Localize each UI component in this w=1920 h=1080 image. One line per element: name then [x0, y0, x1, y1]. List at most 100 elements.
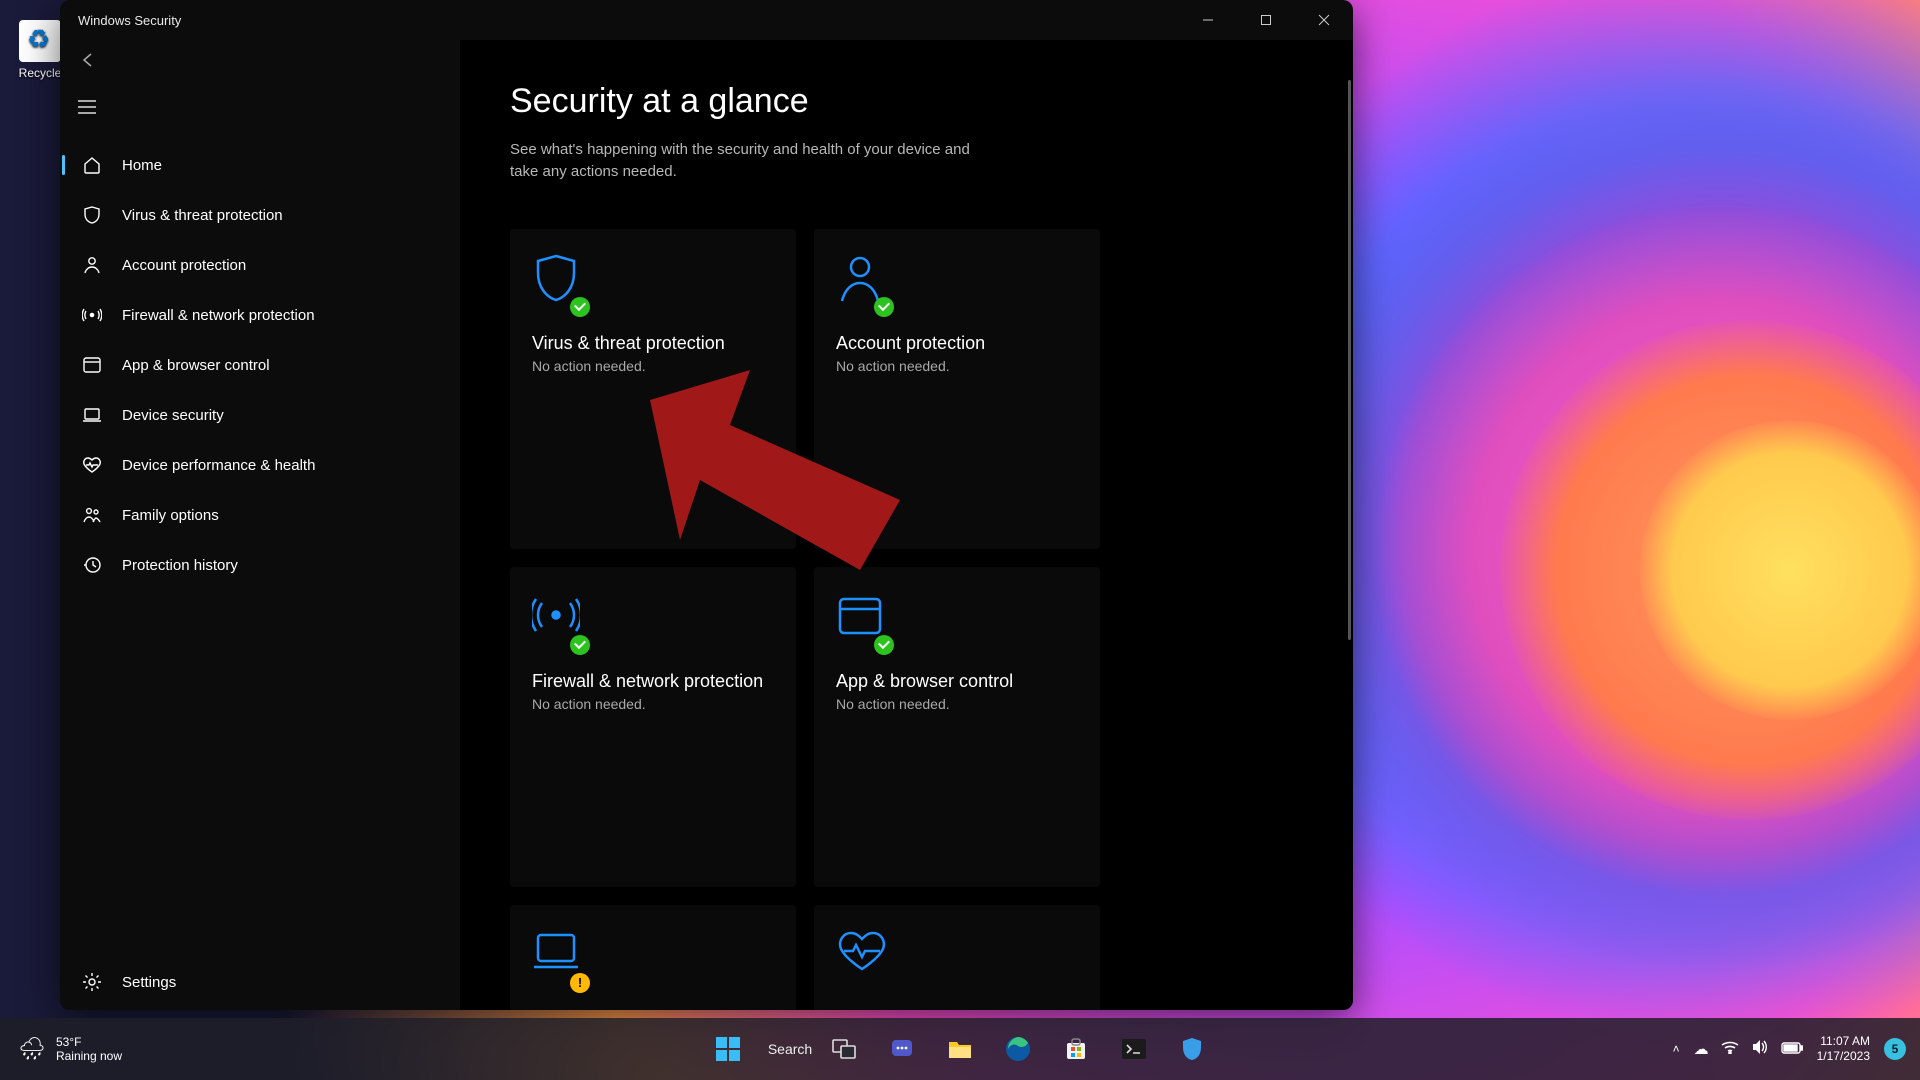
heart-pulse-icon — [836, 929, 888, 989]
nav-virus[interactable]: Virus & threat protection — [60, 190, 460, 240]
card-title: Account protection — [836, 333, 1078, 354]
taskbar-center: Search — [703, 1024, 1217, 1074]
card-grid: Virus & threat protection No action need… — [510, 229, 1303, 1011]
person-icon — [836, 253, 888, 313]
weather-text: Raining now — [56, 1049, 122, 1063]
family-icon — [82, 505, 102, 525]
person-icon — [82, 255, 102, 275]
tray-chevron-icon[interactable]: ˄ — [1673, 1042, 1680, 1056]
volume-icon[interactable] — [1751, 1039, 1769, 1059]
titlebar[interactable]: Windows Security — [60, 0, 1353, 40]
sidebar: Home Virus & threat protection Account p… — [60, 40, 460, 1010]
status-ok-badge — [570, 635, 590, 655]
notification-count: 5 — [1892, 1042, 1899, 1056]
laptop-icon — [532, 929, 584, 989]
card-status: No action needed. — [836, 358, 1078, 374]
task-view-button[interactable] — [819, 1024, 869, 1074]
nav-label: Account protection — [122, 257, 246, 274]
card-status: No action needed. — [532, 358, 774, 374]
nav-label: Device security — [122, 407, 224, 424]
nav-account[interactable]: Account protection — [60, 240, 460, 290]
system-tray[interactable]: ☁ — [1694, 1039, 1803, 1059]
onedrive-icon[interactable]: ☁ — [1694, 1040, 1709, 1058]
taskbar-clock[interactable]: 11:07 AM 1/17/2023 — [1817, 1034, 1870, 1064]
window-icon — [836, 591, 888, 651]
status-warn-badge — [570, 973, 590, 993]
laptop-icon — [82, 405, 102, 425]
gear-icon — [82, 972, 102, 992]
nav-history[interactable]: Protection history — [60, 540, 460, 590]
antenna-icon — [82, 305, 102, 325]
heart-pulse-icon — [82, 455, 102, 475]
nav-settings[interactable]: Settings — [60, 954, 460, 1010]
back-button[interactable] — [60, 40, 460, 80]
nav-label: Home — [122, 157, 162, 174]
card-title: Virus & threat protection — [532, 333, 774, 354]
card-account-protection[interactable]: Account protection No action needed. — [814, 229, 1100, 549]
history-icon — [82, 555, 102, 575]
hamburger-button[interactable] — [60, 84, 460, 130]
start-button[interactable] — [703, 1024, 753, 1074]
nav-label: Protection history — [122, 557, 238, 574]
wifi-icon[interactable] — [1721, 1040, 1739, 1058]
card-status: No action needed. — [836, 696, 1078, 712]
status-ok-badge — [570, 297, 590, 317]
weather-temp: 53°F — [56, 1035, 122, 1049]
edge-button[interactable] — [993, 1024, 1043, 1074]
settings-label: Settings — [122, 974, 176, 991]
status-ok-badge — [874, 635, 894, 655]
chat-button[interactable] — [877, 1024, 927, 1074]
windows-security-taskbar-icon[interactable] — [1167, 1024, 1217, 1074]
card-app-browser[interactable]: App & browser control No action needed. — [814, 567, 1100, 887]
card-status: No action needed. — [532, 696, 774, 712]
nav-label: Firewall & network protection — [122, 307, 315, 324]
window-title: Windows Security — [78, 13, 181, 28]
card-firewall[interactable]: Firewall & network protection No action … — [510, 567, 796, 887]
clock-time: 11:07 AM — [1817, 1034, 1870, 1049]
windows-security-window: Windows Security Home Virus & threat pro… — [60, 0, 1353, 1010]
status-ok-badge — [874, 297, 894, 317]
nav-family[interactable]: Family options — [60, 490, 460, 540]
nav-app-browser[interactable]: App & browser control — [60, 340, 460, 390]
clock-date: 1/17/2023 — [1817, 1049, 1870, 1064]
search-label: Search — [768, 1041, 812, 1057]
store-button[interactable] — [1051, 1024, 1101, 1074]
page-title: Security at a glance — [510, 82, 1303, 121]
nav-performance[interactable]: Device performance & health — [60, 440, 460, 490]
terminal-button[interactable] — [1109, 1024, 1159, 1074]
nav-label: Device performance & health — [122, 457, 315, 474]
card-title: App & browser control — [836, 671, 1078, 692]
shield-icon — [82, 205, 102, 225]
scrollbar[interactable] — [1348, 80, 1351, 640]
weather-icon: 🌧 — [18, 1036, 46, 1062]
card-device-security[interactable] — [510, 905, 796, 1011]
shield-icon — [532, 253, 584, 313]
close-button[interactable] — [1295, 0, 1353, 40]
taskbar[interactable]: 🌧 53°F Raining now Search ˄ ☁ — [0, 1018, 1920, 1080]
window-icon — [82, 355, 102, 375]
minimize-button[interactable] — [1179, 0, 1237, 40]
antenna-icon — [532, 591, 584, 651]
main-panel: Security at a glance See what's happenin… — [460, 40, 1353, 1010]
battery-icon[interactable] — [1781, 1041, 1803, 1058]
nav-label: Family options — [122, 507, 219, 524]
nav-list: Home Virus & threat protection Account p… — [60, 140, 460, 954]
nav-device-security[interactable]: Device security — [60, 390, 460, 440]
nav-home[interactable]: Home — [60, 140, 460, 190]
page-subtitle: See what's happening with the security a… — [510, 139, 970, 183]
taskbar-weather[interactable]: 🌧 53°F Raining now — [0, 1035, 122, 1063]
recycle-bin-label: Recycle — [19, 66, 62, 80]
home-icon — [82, 155, 102, 175]
file-explorer-button[interactable] — [935, 1024, 985, 1074]
card-virus-threat[interactable]: Virus & threat protection No action need… — [510, 229, 796, 549]
taskbar-search[interactable]: Search — [761, 1024, 811, 1074]
card-title: Firewall & network protection — [532, 671, 774, 692]
nav-label: Virus & threat protection — [122, 207, 283, 224]
taskbar-right: ˄ ☁ 11:07 AM 1/17/2023 5 — [1673, 1034, 1920, 1064]
nav-label: App & browser control — [122, 357, 270, 374]
notification-badge[interactable]: 5 — [1884, 1038, 1906, 1060]
maximize-button[interactable] — [1237, 0, 1295, 40]
card-device-performance[interactable] — [814, 905, 1100, 1011]
nav-firewall[interactable]: Firewall & network protection — [60, 290, 460, 340]
recycle-bin-glyph — [19, 20, 61, 62]
